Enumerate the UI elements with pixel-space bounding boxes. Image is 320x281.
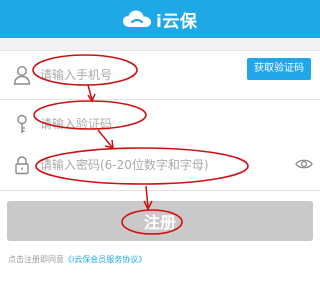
agreement-text: 点击注册即同意《i云保会员服务协议》 [8,254,146,265]
user-icon [12,64,32,86]
divider [0,190,320,191]
register-button[interactable]: 注册 [7,201,313,241]
password-input[interactable] [40,152,280,178]
phone-input[interactable] [40,62,235,88]
cloud-icon [122,9,152,29]
key-icon [12,113,32,135]
lock-icon [12,154,32,176]
eye-icon[interactable] [295,156,313,170]
app-header: i云保 [0,0,320,38]
get-code-button[interactable]: 获取验证码 [247,58,311,80]
agreement-prefix: 点击注册即同意 [8,255,64,264]
app-name: i云保 [156,11,198,32]
agreement-link[interactable]: 《i云保会员服务协议》 [64,255,146,264]
code-input[interactable] [40,111,300,137]
app-logo: i云保 [122,6,197,32]
header-spacer [0,38,320,50]
password-row [0,139,320,187]
